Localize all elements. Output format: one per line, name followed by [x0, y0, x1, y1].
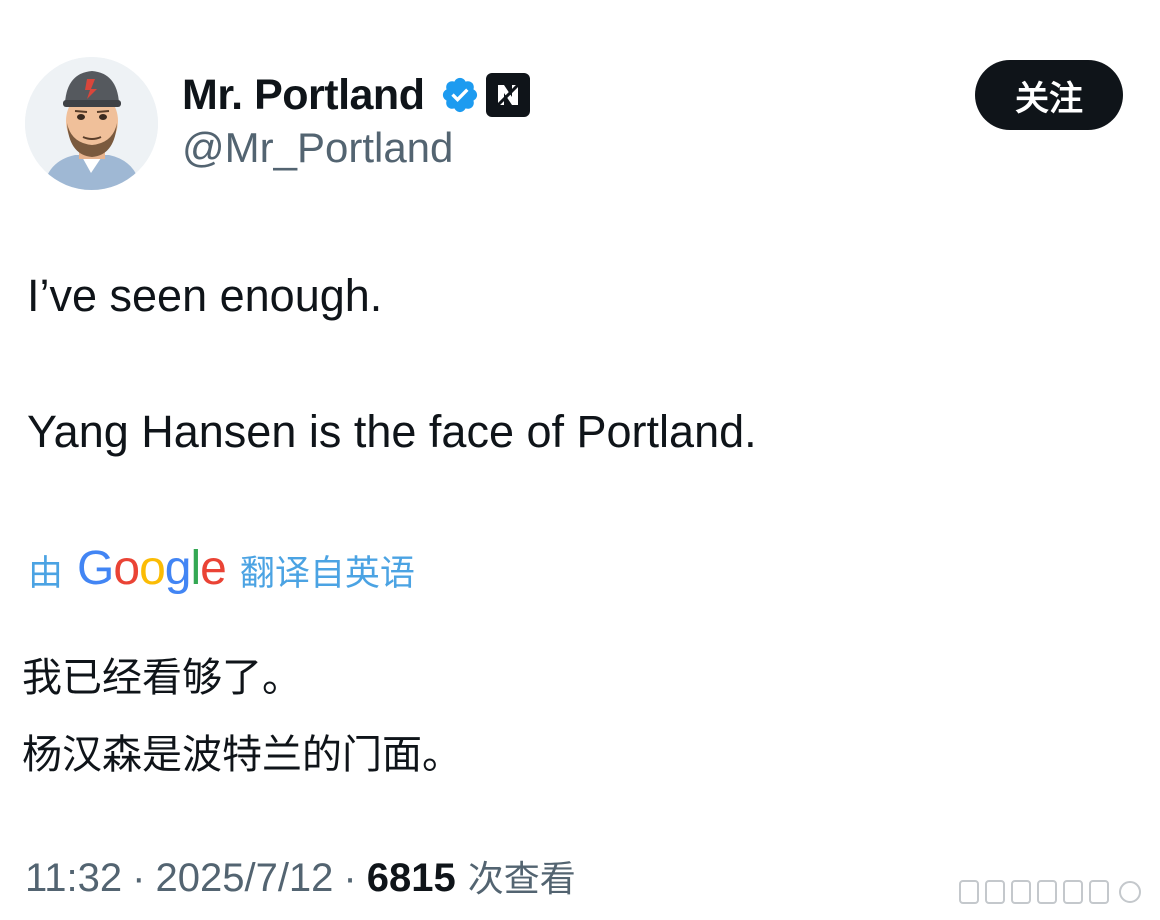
verified-check-icon[interactable]	[440, 75, 480, 115]
tweet-card: Mr. Portland @Mr_Portland 关注 I’ve seen e…	[0, 0, 1160, 920]
translate-suffix: 翻译自英语	[239, 553, 415, 594]
avatar[interactable]	[25, 57, 158, 190]
affiliate-badge-icon[interactable]	[486, 73, 531, 117]
translate-prefix: 由	[28, 553, 64, 594]
watermark-icon	[959, 880, 1141, 904]
author-handle[interactable]: @Mr_Portland	[182, 124, 453, 172]
meta-separator: ·	[343, 856, 357, 900]
meta-separator: ·	[132, 856, 146, 900]
view-count: 6815	[366, 856, 456, 900]
post-time[interactable]: 11:32	[25, 856, 122, 901]
author-name-row: Mr. Portland	[182, 70, 531, 120]
display-name[interactable]: Mr. Portland	[182, 71, 425, 120]
tweet-text-line-1: I’ve seen enough.	[27, 270, 383, 321]
translated-line-1: 我已经看够了。	[22, 655, 302, 701]
post-date[interactable]: 2025/7/12	[155, 856, 333, 901]
tweet-text-line-2: Yang Hansen is the face of Portland.	[27, 406, 757, 457]
view-label: 次查看	[467, 859, 576, 900]
translated-line-2: 杨汉森是波特兰的门面。	[22, 732, 462, 778]
google-logo: Google	[77, 541, 227, 595]
tweet-meta: 11:32 · 2025/7/12 · 6815 次查看	[25, 850, 576, 902]
avatar-illustration	[25, 57, 158, 190]
translation-attribution[interactable]: 由 Google 翻译自英语	[28, 540, 415, 600]
follow-button[interactable]: 关注	[975, 60, 1123, 130]
